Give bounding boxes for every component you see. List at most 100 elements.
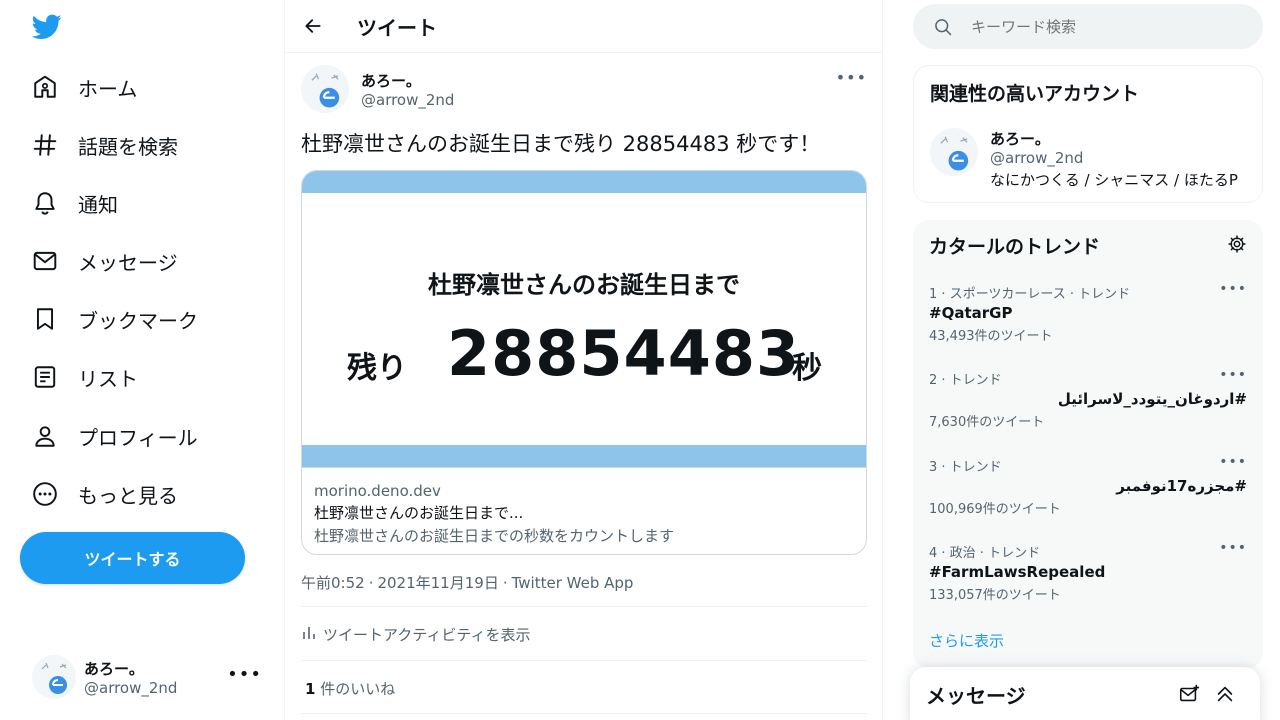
trend-tag: #QatarGP xyxy=(929,304,1013,322)
tweet-source[interactable]: Twitter Web App xyxy=(512,574,634,592)
person-icon xyxy=(30,421,60,451)
trend-context: 4 · 政治 · トレンド xyxy=(929,546,1041,561)
tweet-time[interactable]: 午前0:52 xyxy=(301,574,365,592)
author-name[interactable]: あろー。 xyxy=(361,70,454,91)
nav-item-more[interactable]: もっと見る xyxy=(30,474,178,514)
card-image-number: 28854483 xyxy=(447,317,801,390)
related-handle[interactable]: @arrow_2nd xyxy=(990,149,1238,167)
trend-item[interactable]: 4 · 政治 · トレンド #FarmLawsRepealed 133,057件… xyxy=(929,540,1247,603)
left-nav: ホーム 話題を検索 通知 メッセージ ブックマーク リスト プロフィール もっと… xyxy=(0,0,284,720)
page-title: ツイート xyxy=(357,15,437,40)
nav-item-home[interactable]: ホーム xyxy=(30,67,137,107)
trend-count: 43,493件のツイート xyxy=(929,329,1053,344)
nav-item-messages[interactable]: メッセージ xyxy=(30,241,178,281)
likes-label: 件のいいね xyxy=(320,680,396,698)
nav-item-lists[interactable]: リスト xyxy=(30,357,138,397)
chevron-double-up-icon[interactable] xyxy=(1214,683,1236,705)
nav-label: 話題を検索 xyxy=(78,134,178,159)
likes-count[interactable]: 1 件のいいね xyxy=(305,678,395,699)
new-message-icon[interactable] xyxy=(1178,683,1200,705)
list-icon xyxy=(30,362,60,392)
related-name[interactable]: あろー。 xyxy=(990,128,1238,149)
divider xyxy=(301,713,867,714)
trend-item[interactable]: 3 · トレンド #مجزره17نوفمبر 100,969件のツイート ••… xyxy=(929,454,1247,517)
trend-tag: #مجزره17نوفمبر xyxy=(1116,477,1247,495)
nav-item-profile[interactable]: プロフィール xyxy=(30,416,198,456)
show-more-link[interactable]: さらに表示 xyxy=(929,630,1004,651)
page-header: ツイート xyxy=(285,0,882,53)
more-horizontal-icon[interactable]: ••• xyxy=(1219,281,1247,297)
nav-item-notifications[interactable]: 通知 xyxy=(30,183,118,223)
twitter-logo-icon[interactable] xyxy=(32,14,62,40)
trend-count: 100,969件のツイート xyxy=(929,502,1061,517)
card-image-remain: 残り xyxy=(347,351,407,386)
trend-count: 7,630件のツイート xyxy=(929,415,1045,430)
search-input[interactable] xyxy=(971,17,1251,36)
more-horizontal-icon[interactable]: ••• xyxy=(227,664,262,685)
related-account[interactable]: あろー。 @arrow_2nd なにかつくる / シャニマス / ほたるP xyxy=(930,128,1238,190)
card-title: 杜野凛世さんのお誕生日まで... xyxy=(314,504,524,522)
home-icon xyxy=(30,72,60,102)
related-bio: なにかつくる / シャニマス / ほたるP xyxy=(990,171,1238,189)
more-horizontal-icon[interactable]: ••• xyxy=(1219,540,1247,556)
bookmark-icon xyxy=(30,304,60,334)
trend-count: 133,057件のツイート xyxy=(929,588,1061,603)
account-handle: @arrow_2nd xyxy=(84,678,178,697)
divider xyxy=(301,660,867,661)
trend-tag: #FarmLawsRepealed xyxy=(929,563,1106,581)
gear-icon[interactable] xyxy=(1227,234,1247,254)
tweet-activity-link[interactable]: ツイートアクティビティを表示 xyxy=(301,624,530,645)
messages-drawer[interactable]: メッセージ xyxy=(910,667,1260,720)
trends-panel: カタールのトレンド 1 · スポーツカーレース · トレンド #QatarGP … xyxy=(913,220,1263,668)
nav-label: メッセージ xyxy=(78,250,178,275)
related-title: 関連性の高いアカウント xyxy=(930,83,1140,105)
card-image-bar xyxy=(302,171,866,193)
avatar[interactable] xyxy=(930,128,978,176)
search-box[interactable] xyxy=(913,4,1263,49)
avatar[interactable] xyxy=(301,65,349,113)
card-image-bar xyxy=(302,445,866,467)
nav-label: プロフィール xyxy=(78,425,198,450)
card-image-heading: 杜野凛世さんのお誕生日まで xyxy=(428,271,740,299)
activity-label: ツイートアクティビティを表示 xyxy=(323,626,531,644)
tweet-text: 杜野凛世さんのお誕生日まで残り 28854483 秒です！ xyxy=(301,132,821,156)
trend-tag: #اردوغان_يتودد_لاسرائيل xyxy=(1057,390,1247,408)
more-horizontal-icon[interactable]: ••• xyxy=(1219,367,1247,383)
tweet-meta: 午前0:52 · 2021年11月19日 · Twitter Web App xyxy=(301,574,634,592)
trend-context: 1 · スポーツカーレース · トレンド xyxy=(929,287,1131,302)
nav-item-explore[interactable]: 話題を検索 xyxy=(30,125,178,165)
card-image: 杜野凛世さんのお誕生日まで 残り 28854483 秒 xyxy=(302,171,866,467)
more-horizontal-icon[interactable]: ••• xyxy=(836,68,867,87)
card-info: morino.deno.dev 杜野凛世さんのお誕生日まで... 杜野凛世さんの… xyxy=(302,467,866,546)
author-handle[interactable]: @arrow_2nd xyxy=(361,91,454,109)
account-name: あろー。 xyxy=(84,659,144,678)
link-card[interactable]: 杜野凛世さんのお誕生日まで 残り 28854483 秒 morino.deno.… xyxy=(301,170,867,555)
related-accounts-panel: 関連性の高いアカウント あろー。 @arrow_2nd なにかつくる / シャニ… xyxy=(913,65,1263,203)
nav-label: 通知 xyxy=(78,192,118,217)
likes-number: 1 xyxy=(305,680,316,698)
tweet-date[interactable]: 2021年11月19日 xyxy=(377,574,498,592)
account-switcher[interactable]: あろー。 @arrow_2nd ••• xyxy=(32,654,272,700)
card-domain: morino.deno.dev xyxy=(314,482,441,500)
back-arrow-icon[interactable] xyxy=(299,12,327,40)
card-description: 杜野凛世さんのお誕生日までの秒数をカウントします xyxy=(314,527,675,545)
card-image-unit: 秒 xyxy=(792,351,822,386)
avatar xyxy=(32,655,76,699)
nav-label: もっと見る xyxy=(78,483,178,508)
tweet-button[interactable]: ツイートする xyxy=(20,532,245,584)
trend-item[interactable]: 2 · トレンド #اردوغان_يتودد_لاسرائيل 7,630件の… xyxy=(929,367,1247,430)
hashtag-icon xyxy=(30,130,60,160)
trend-context: 3 · トレンド xyxy=(929,460,1002,475)
trends-title: カタールのトレンド xyxy=(929,236,1101,258)
divider xyxy=(301,606,867,607)
nav-label: リスト xyxy=(78,366,138,391)
tweet-author[interactable]: あろー。 @arrow_2nd ••• xyxy=(301,64,867,114)
messages-title: メッセージ xyxy=(926,684,1026,708)
nav-item-bookmarks[interactable]: ブックマーク xyxy=(30,299,198,339)
more-horizontal-icon[interactable]: ••• xyxy=(1219,454,1247,470)
trend-item[interactable]: 1 · スポーツカーレース · トレンド #QatarGP 43,493件のツイ… xyxy=(929,281,1247,344)
trend-context: 2 · トレンド xyxy=(929,373,1002,388)
nav-label: ホーム xyxy=(78,76,138,101)
more-circle-icon xyxy=(30,479,60,509)
search-icon xyxy=(933,17,953,37)
